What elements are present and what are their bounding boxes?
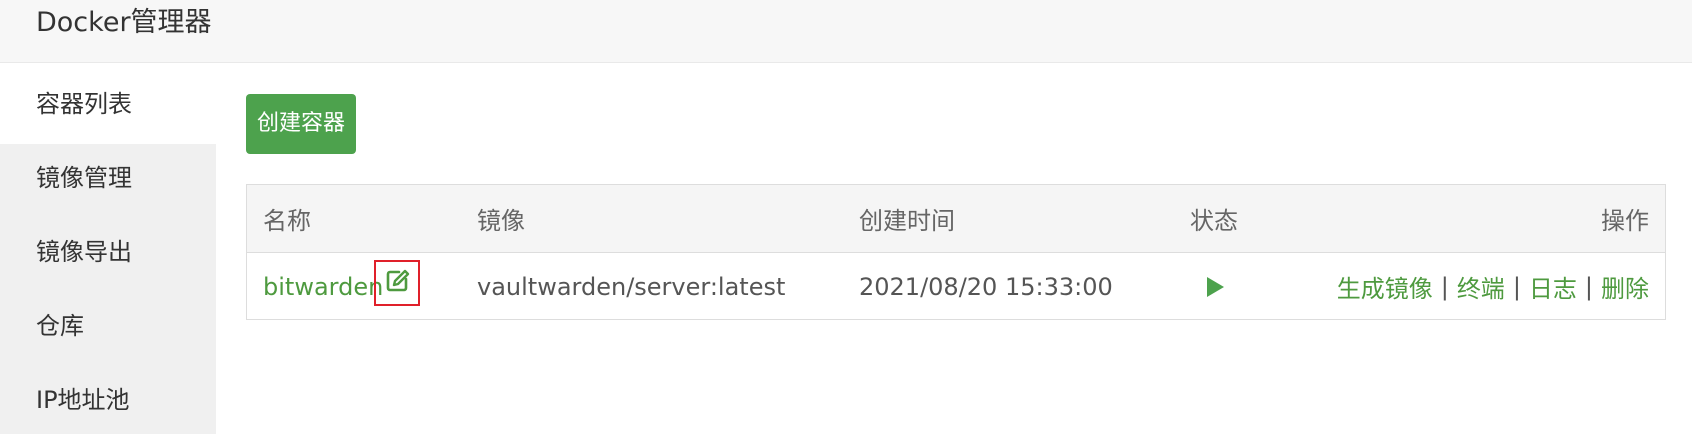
- container-image-cell: vaultwarden/server:latest: [477, 272, 786, 301]
- action-delete-link[interactable]: 删除: [1601, 269, 1649, 304]
- action-separator: |: [1440, 272, 1449, 301]
- docker-manager-window: Docker管理器 容器列表 镜像管理 镜像导出 仓库 IP地址池 创建容器 名…: [0, 0, 1692, 434]
- sidebar: 容器列表 镜像管理 镜像导出 仓库 IP地址池: [0, 64, 216, 434]
- header-name: 名称: [263, 207, 311, 235]
- container-created-cell: 2021/08/20 15:33:00: [859, 272, 1113, 301]
- header-image: 镜像: [477, 207, 525, 235]
- edit-icon: [384, 268, 410, 298]
- sidebar-item-image-export[interactable]: 镜像导出: [0, 212, 216, 292]
- create-container-button[interactable]: 创建容器: [246, 94, 356, 154]
- sidebar-item-ip-pool[interactable]: IP地址池: [0, 360, 216, 434]
- container-name-link[interactable]: bitwarden: [263, 273, 383, 301]
- container-actions-cell: 生成镜像 | 终端 | 日志 | 删除: [1337, 254, 1649, 319]
- container-name-cell: bitwarden: [263, 254, 383, 319]
- sidebar-item-repository[interactable]: 仓库: [0, 286, 216, 366]
- header-status: 状态: [1190, 207, 1238, 235]
- action-terminal-link[interactable]: 终端: [1457, 269, 1505, 304]
- table-header: 名称 镜像 创建时间 状态 操作: [247, 185, 1665, 253]
- sidebar-item-container-list[interactable]: 容器列表: [0, 64, 216, 144]
- header-ops: 操作: [1601, 207, 1649, 235]
- action-logs-link[interactable]: 日志: [1529, 269, 1577, 304]
- container-status-cell: [1205, 254, 1225, 319]
- sidebar-item-image-management[interactable]: 镜像管理: [0, 138, 216, 218]
- app-title: Docker管理器: [36, 7, 212, 38]
- title-bar: Docker管理器: [0, 0, 1692, 63]
- table-row: bitwarden vaultwarden/server:latest 2021…: [247, 254, 1665, 319]
- header-created: 创建时间: [859, 207, 955, 235]
- play-icon[interactable]: [1205, 276, 1225, 298]
- container-table: 名称 镜像 创建时间 状态 操作 bitwarden vaultwarden/s…: [246, 184, 1666, 320]
- main-content: 创建容器 名称 镜像 创建时间 状态 操作 bitwarden vaultwar…: [216, 64, 1692, 434]
- action-separator: |: [1512, 272, 1521, 301]
- edit-name-button[interactable]: [374, 260, 420, 306]
- action-build-image-link[interactable]: 生成镜像: [1337, 269, 1433, 304]
- action-separator: |: [1584, 272, 1593, 301]
